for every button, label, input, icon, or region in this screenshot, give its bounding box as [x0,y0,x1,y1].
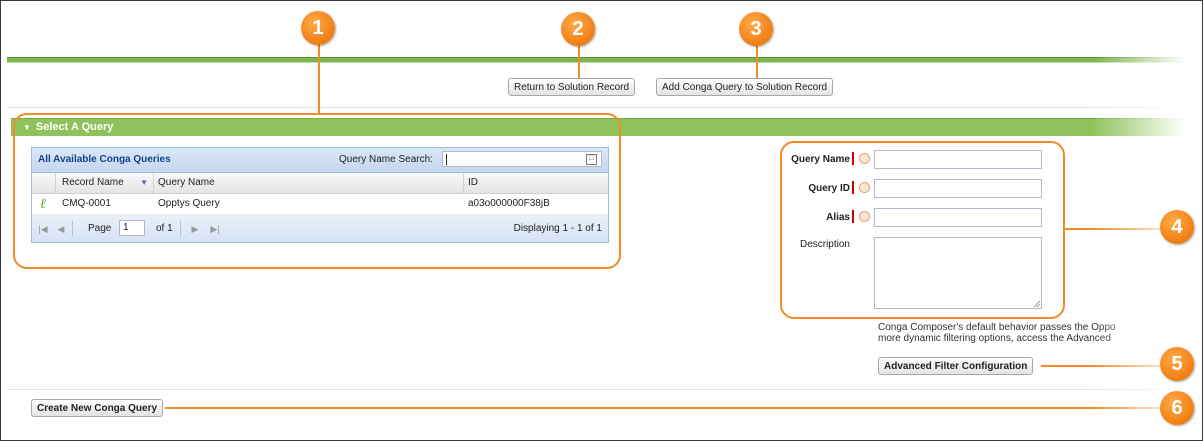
callout-4-leader [1065,228,1163,230]
callout-2-leader [578,41,580,78]
note-line: Conga Composer's default behavior passes… [878,322,1116,333]
top-accent-line [7,62,1202,63]
callout-2-badge: 2 [561,12,595,46]
toolbar-divider [7,107,1202,108]
callout-3-badge: 3 [739,12,773,46]
create-new-conga-query-button[interactable]: Create New Conga Query [31,399,164,417]
callout-4-outline [780,141,1065,319]
callout-6-badge: 6 [1160,391,1194,425]
callout-1-badge: 1 [301,11,335,45]
callout-3-leader [756,41,758,78]
callout-4-badge: 4 [1160,210,1194,244]
screenshot-frame: Return to Solution Record Add Conga Quer… [0,0,1203,441]
advanced-filter-configuration-button[interactable]: Advanced Filter Configuration [878,357,1034,375]
callout-5-badge: 5 [1160,347,1194,381]
callout-1-leader [318,39,320,114]
add-conga-query-button[interactable]: Add Conga Query to Solution Record [656,78,834,96]
callout-6-leader [165,407,1163,409]
footer-divider [7,389,1202,390]
default-behavior-note: Conga Composer's default behavior passes… [878,322,1116,344]
callout-5-leader [1041,365,1163,367]
callout-1-outline [13,113,621,269]
return-to-solution-record-button[interactable]: Return to Solution Record [508,78,636,96]
note-line: more dynamic filtering options, access t… [878,333,1111,344]
